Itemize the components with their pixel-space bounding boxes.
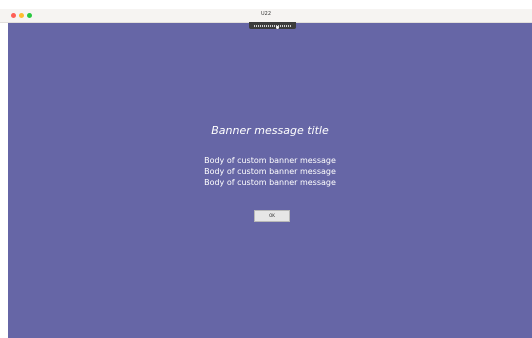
toolbar-knob[interactable] xyxy=(275,25,279,29)
banner-body-line: Body of custom banner message xyxy=(204,156,336,165)
banner-body: Body of custom banner message Body of cu… xyxy=(8,155,532,188)
vnc-toolbar-handle-icon[interactable] xyxy=(249,22,296,29)
toolbar-ticks xyxy=(253,24,292,29)
window-titlebar[interactable]: U22 xyxy=(0,9,532,23)
app-window: U22 Banner message title Body of custom … xyxy=(0,0,532,338)
window-title: U22 xyxy=(260,11,272,17)
banner-body-line: Body of custom banner message xyxy=(204,167,336,176)
banner-body-line: Body of custom banner message xyxy=(204,178,336,187)
ok-button[interactable]: OK xyxy=(254,210,290,222)
banner-title: Banner message title xyxy=(211,124,329,137)
